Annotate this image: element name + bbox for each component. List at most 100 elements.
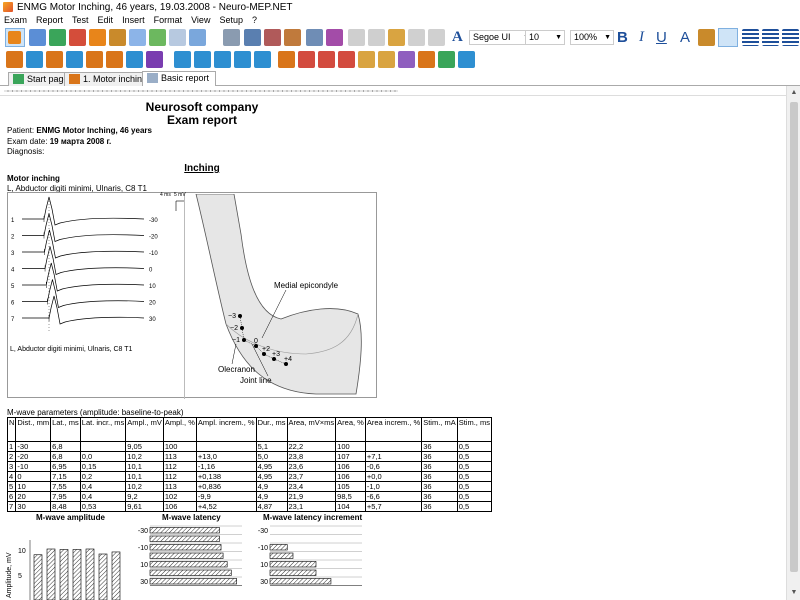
- trace-number: 5: [11, 284, 15, 290]
- patient-icon[interactable]: [49, 29, 66, 46]
- font-icon[interactable]: A: [452, 29, 463, 46]
- test-h-icon[interactable]: [86, 51, 103, 68]
- cut-icon[interactable]: [348, 29, 365, 46]
- tree-icon[interactable]: [8, 31, 21, 44]
- scroll-up-icon[interactable]: ▲: [787, 86, 800, 100]
- test-more-icon[interactable]: [458, 51, 475, 68]
- y-tick-label: -10: [138, 545, 148, 552]
- test-f-icon[interactable]: [46, 51, 63, 68]
- test-m-icon[interactable]: [6, 51, 23, 68]
- report-document[interactable]: Neurosoft company Exam report Patient: E…: [0, 96, 786, 600]
- test-baep-icon[interactable]: [338, 51, 355, 68]
- test-ssr-icon[interactable]: [438, 51, 455, 68]
- text-color-icon[interactable]: A: [680, 29, 690, 46]
- ruler[interactable]: [0, 86, 800, 96]
- latency-bar: [269, 578, 332, 585]
- share-icon[interactable]: [326, 29, 343, 46]
- test-blink-icon[interactable]: [106, 51, 123, 68]
- save-icon[interactable]: [89, 29, 106, 46]
- menu-edit[interactable]: Edit: [94, 14, 119, 26]
- test-ep-icon[interactable]: [298, 51, 315, 68]
- lungs-icon[interactable]: [306, 29, 323, 46]
- table-cell: 6,8: [50, 451, 81, 462]
- test-s-icon[interactable]: [26, 51, 43, 68]
- trace-number: 7: [11, 317, 15, 323]
- test-name: Motor inching: [7, 174, 60, 183]
- new-exam-icon[interactable]: [29, 29, 46, 46]
- table-cell: 106: [162, 501, 197, 512]
- scroll-down-icon[interactable]: ▼: [787, 586, 800, 600]
- menu-setup[interactable]: Setup: [215, 14, 248, 26]
- justify-icon[interactable]: [782, 29, 799, 46]
- vertical-scrollbar[interactable]: ▲ ▼: [786, 86, 800, 600]
- export-icon[interactable]: [149, 29, 166, 46]
- italic-icon[interactable]: I: [639, 29, 644, 46]
- test-t-icon[interactable]: [66, 51, 83, 68]
- mail-icon[interactable]: [284, 29, 301, 46]
- app-icon: [3, 2, 13, 12]
- menu-help[interactable]: ?: [248, 14, 262, 26]
- test-interf-icon[interactable]: [214, 51, 231, 68]
- size-combo[interactable]: 10 ▼: [525, 30, 565, 45]
- test-ms-icon[interactable]: [398, 51, 415, 68]
- print-icon[interactable]: [223, 29, 240, 46]
- menu-format[interactable]: Format: [150, 14, 188, 26]
- tab-basic-report[interactable]: Basic report: [142, 71, 217, 87]
- test-vep-icon[interactable]: [318, 51, 335, 68]
- test-needle-icon[interactable]: [174, 51, 191, 68]
- bold-icon[interactable]: B: [617, 29, 628, 46]
- test-emg-icon[interactable]: [146, 51, 163, 68]
- test-br-icon[interactable]: [278, 51, 295, 68]
- table-cell: 30: [15, 501, 52, 512]
- mwave-table-wrap: N Dist., mm Lat., ms Lat. incr., ms Ampl., m…: [6, 417, 492, 512]
- paste-icon[interactable]: [388, 29, 405, 46]
- mwave-trace: [22, 295, 145, 325]
- test-macro-icon[interactable]: [254, 51, 271, 68]
- font-combo[interactable]: Segoe UI▼: [469, 30, 533, 45]
- align-left-icon[interactable]: [718, 28, 738, 47]
- menu-view[interactable]: View: [187, 14, 215, 26]
- menu-report[interactable]: Report: [32, 14, 68, 26]
- test-rns-icon[interactable]: [126, 51, 143, 68]
- menu-test[interactable]: Test: [68, 14, 94, 26]
- amplitude-bar: [111, 551, 121, 600]
- preview-icon[interactable]: [244, 29, 261, 46]
- table-cell: 5: [6, 481, 17, 492]
- patient-name: ENMG Motor Inching, 46 years: [36, 126, 152, 135]
- y-tick-label: 10: [260, 562, 268, 569]
- menu-insert[interactable]: Insert: [118, 14, 150, 26]
- test-sfemg-icon[interactable]: [234, 51, 251, 68]
- align-right-icon[interactable]: [762, 29, 779, 46]
- pdf-icon[interactable]: [264, 29, 281, 46]
- menu-exam[interactable]: Exam: [0, 14, 32, 26]
- template-icon[interactable]: [169, 29, 186, 46]
- copy-icon[interactable]: [368, 29, 385, 46]
- mwave-table: N Dist., mm Lat., ms Lat. incr., ms Ampl., m…: [6, 417, 492, 512]
- underline-icon[interactable]: U: [656, 29, 667, 46]
- open-icon[interactable]: [69, 29, 86, 46]
- redo-icon[interactable]: [428, 29, 445, 46]
- align-center-icon[interactable]: [742, 29, 759, 46]
- table-cell: +0,0: [364, 471, 423, 482]
- y-axis-label: Amplitude, mV: [6, 552, 13, 598]
- figure-divider: [184, 193, 185, 399]
- y-tick-label: -30: [258, 528, 268, 535]
- table-cell: 7,55: [50, 481, 81, 492]
- latency-bar: [149, 578, 237, 585]
- doc-icon[interactable]: [129, 29, 146, 46]
- test-p300-icon[interactable]: [378, 51, 395, 68]
- test-muap-icon[interactable]: [194, 51, 211, 68]
- highlight-icon[interactable]: [698, 29, 715, 46]
- table-cell: 104: [335, 501, 366, 512]
- table-cell: [195, 441, 257, 452]
- scroll-thumb[interactable]: [790, 102, 798, 572]
- undo-icon[interactable]: [408, 29, 425, 46]
- test-ssep-icon[interactable]: [358, 51, 375, 68]
- report-icon[interactable]: [109, 29, 126, 46]
- zoom-combo[interactable]: 100% ▼: [570, 30, 614, 45]
- table-cell: 36: [421, 501, 458, 512]
- arm-outline: [195, 194, 362, 395]
- test-tms-icon[interactable]: [418, 51, 435, 68]
- layout-icon[interactable]: [189, 29, 206, 46]
- stim-point-label: 0: [254, 338, 258, 345]
